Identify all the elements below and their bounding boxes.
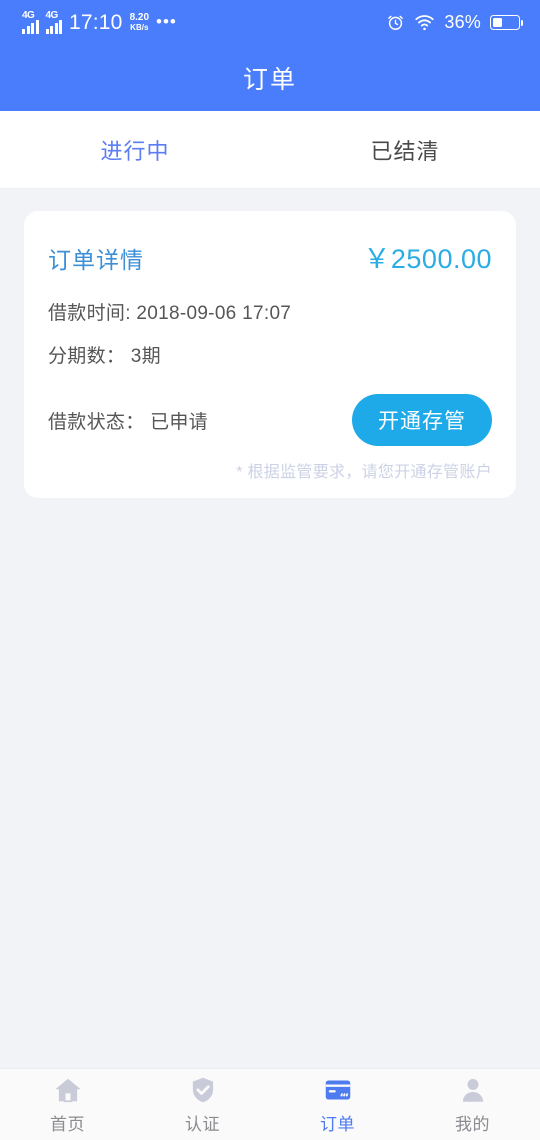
network-speed-unit: KB/s	[130, 22, 149, 32]
nav-item-verification[interactable]: 认证	[135, 1075, 270, 1135]
status-bar-left: 4G 4G 17:10 8.20 KB/s •••	[22, 9, 177, 34]
nav-item-orders-label: 订单	[320, 1114, 355, 1134]
tab-settled-label: 已结清	[370, 138, 440, 164]
order-status-row: 借款状态： 已申请 开通存管	[48, 394, 492, 446]
status-bar-right: 36%	[386, 12, 523, 33]
signal-strength-icon-2: 4G	[45, 9, 62, 34]
nav-item-home-label: 首页	[50, 1114, 85, 1134]
home-icon	[54, 1078, 81, 1102]
nav-item-verification-label: 认证	[185, 1114, 220, 1134]
tab-in-progress[interactable]: 进行中	[0, 111, 270, 188]
nav-item-orders[interactable]: 订单	[270, 1075, 405, 1135]
order-amount: ￥2500.00	[363, 244, 492, 274]
order-card[interactable]: 订单详情 ￥2500.00 借款时间: 2018-09-06 17:07 分期数…	[24, 211, 516, 498]
tab-settled[interactable]: 已结清	[270, 111, 540, 188]
loan-time-row: 借款时间: 2018-09-06 17:07	[48, 303, 292, 324]
app-header: 订单	[0, 45, 540, 111]
page-title: 订单	[242, 66, 297, 94]
battery-icon	[490, 15, 523, 30]
signal-2-network-label: 4G	[45, 9, 59, 21]
installments-row: 分期数： 3期	[48, 346, 161, 367]
signal-1-network-label: 4G	[22, 9, 35, 21]
nav-item-mine[interactable]: 我的	[405, 1075, 540, 1135]
battery-percent-label: 36%	[444, 12, 481, 32]
alarm-clock-icon	[388, 15, 404, 30]
nav-item-mine-label: 我的	[455, 1114, 490, 1134]
order-tab-bar: 进行中 已结清	[0, 111, 540, 189]
order-card-header: 订单详情 ￥2500.00	[48, 237, 492, 276]
wifi-icon	[415, 15, 434, 31]
status-bar-clock: 17:10	[69, 11, 123, 34]
loan-status-label: 借款状态： 已申请	[48, 411, 208, 433]
status-overflow-dots-icon: •••	[156, 12, 177, 32]
credit-card-icon	[325, 1080, 350, 1099]
regulatory-note: * 根据监管要求，请您开通存管账户	[236, 464, 492, 481]
nav-item-home[interactable]: 首页	[0, 1075, 135, 1135]
signal-strength-icon-1: 4G	[22, 9, 39, 34]
bottom-navigation-bar: 首页 认证 订单 我的	[0, 1068, 540, 1140]
open-custody-account-button[interactable]: 开通存管	[352, 394, 492, 446]
person-icon	[462, 1078, 483, 1102]
battery-level-fill	[492, 17, 502, 28]
tab-in-progress-label: 进行中	[100, 138, 170, 164]
order-detail-title: 订单详情	[48, 247, 144, 273]
network-speed-indicator: 8.20 KB/s	[130, 13, 149, 32]
shield-check-icon	[192, 1077, 213, 1102]
status-bar: 4G 4G 17:10 8.20 KB/s ••• 36%	[0, 0, 540, 45]
network-speed-value: 8.20	[129, 12, 150, 24]
order-list: 订单详情 ￥2500.00 借款时间: 2018-09-06 17:07 分期数…	[0, 189, 540, 498]
